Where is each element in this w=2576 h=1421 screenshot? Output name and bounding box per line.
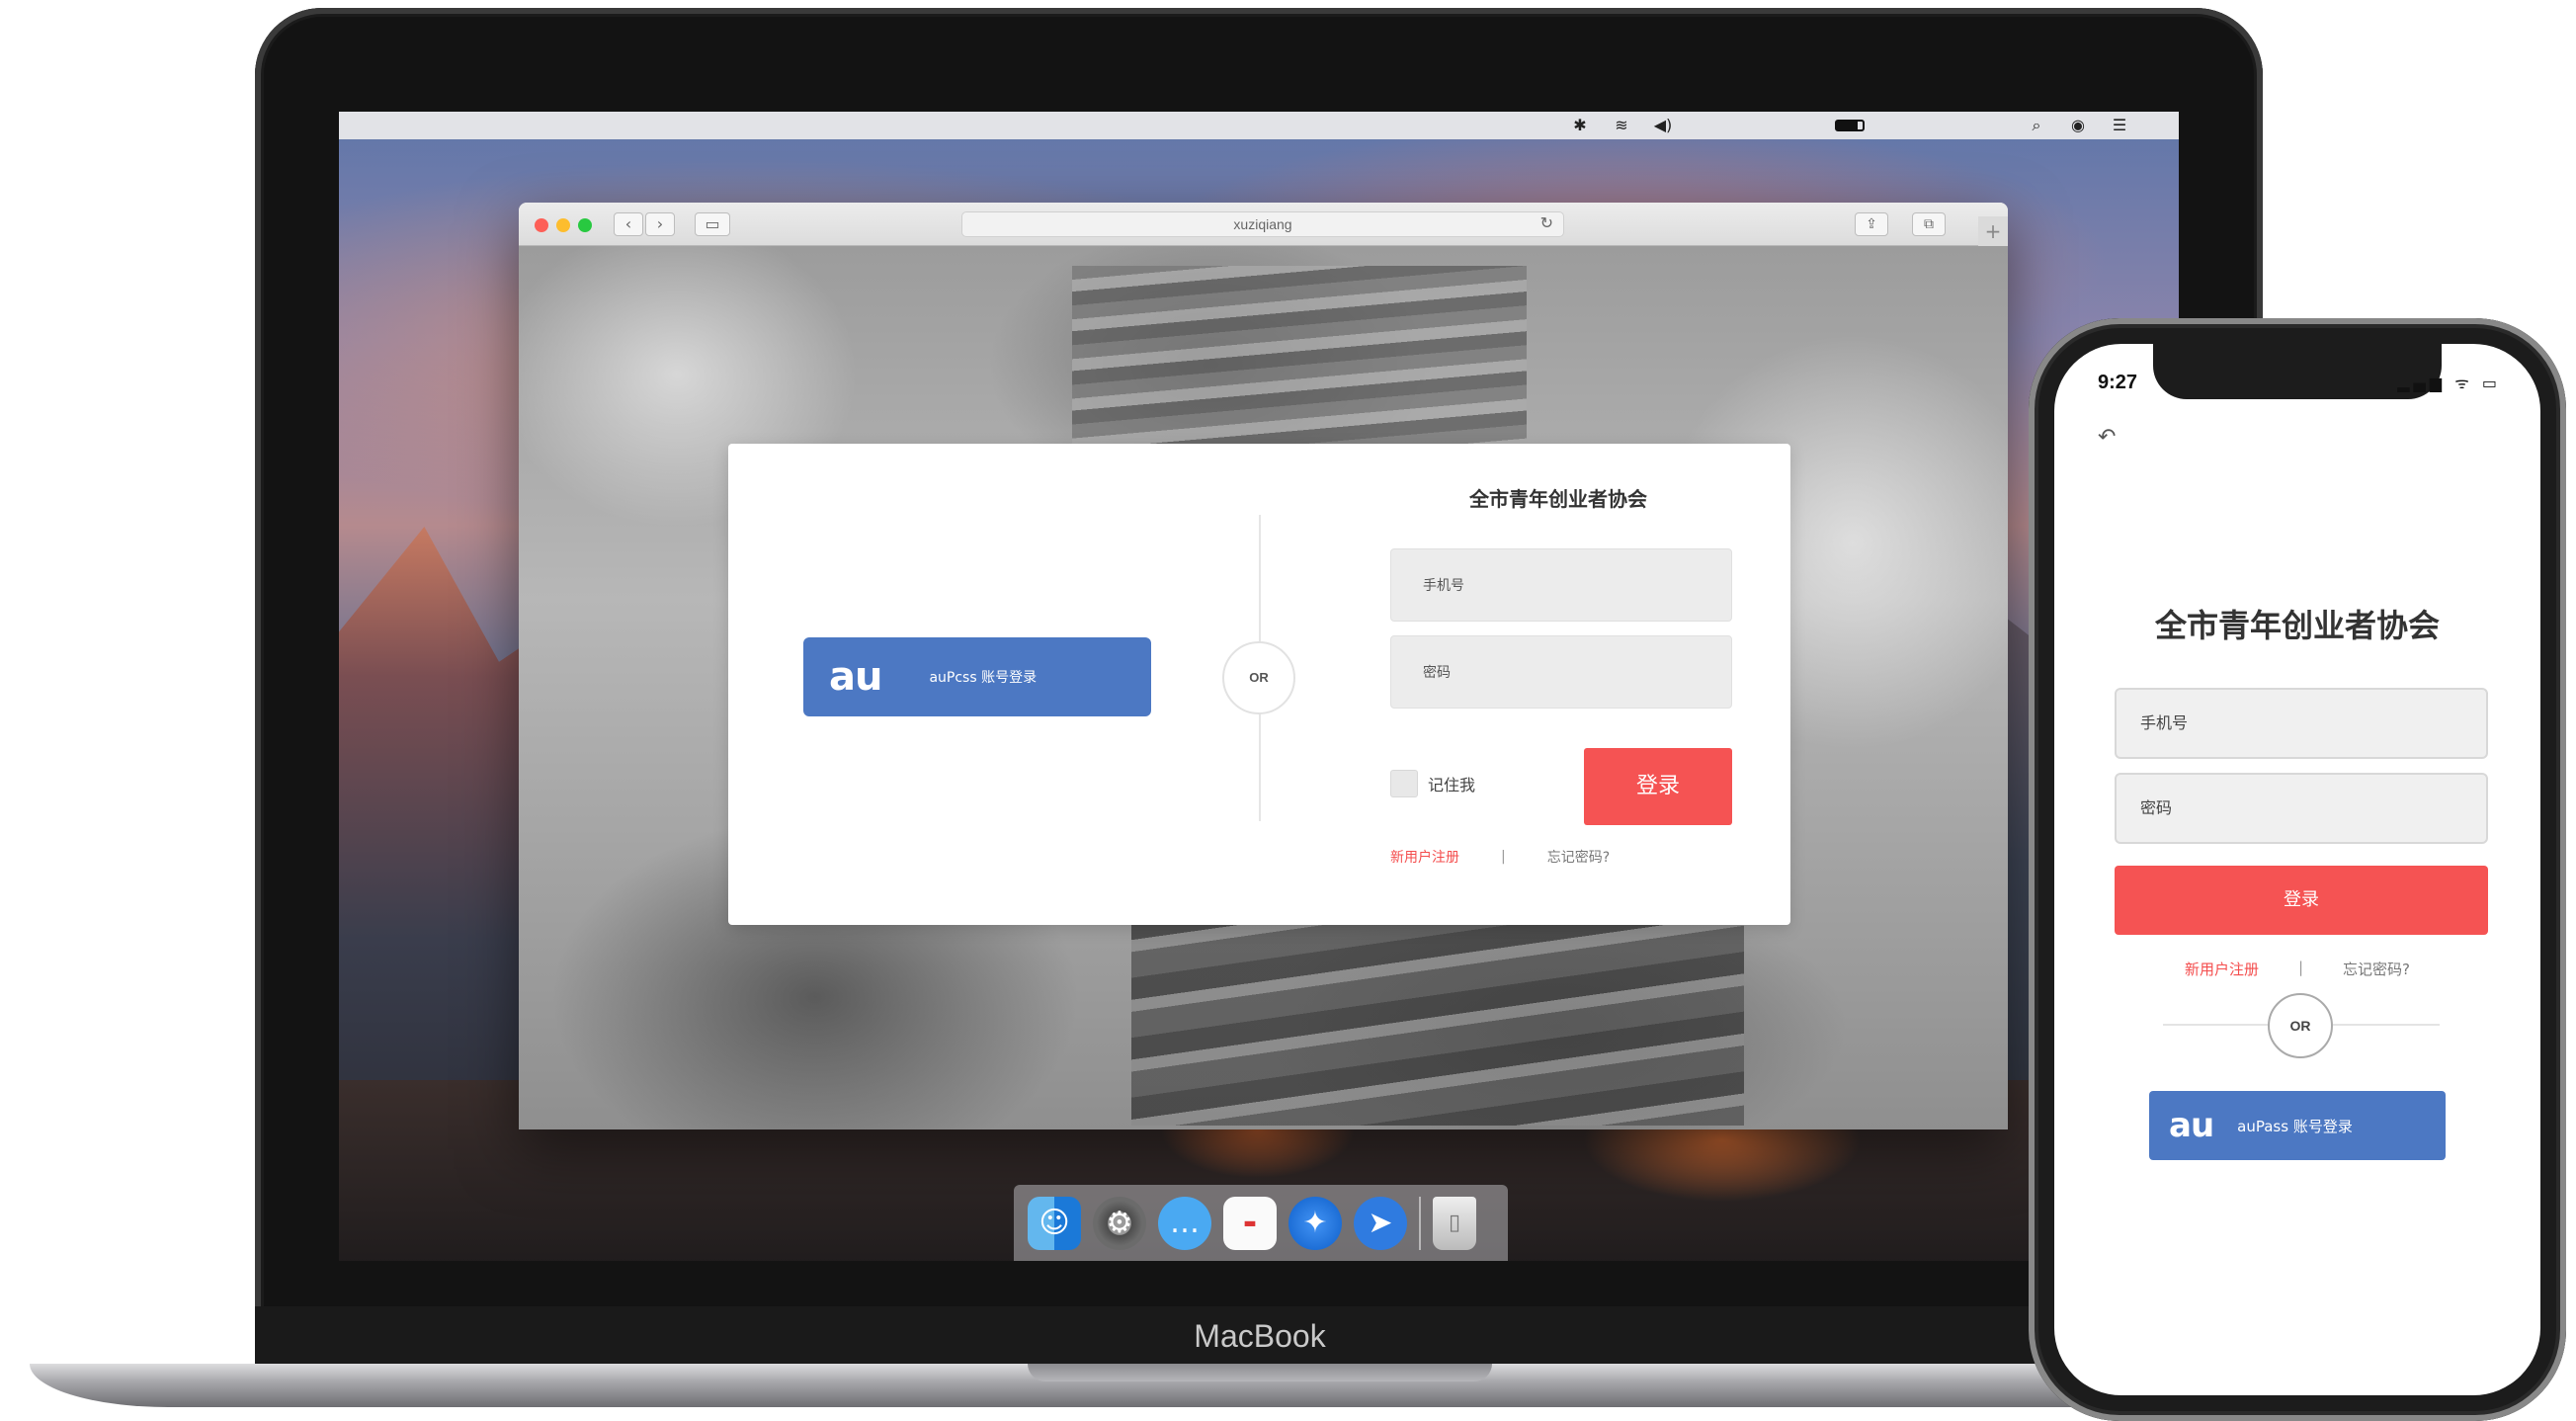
link-separator: |: [1501, 849, 1506, 865]
safari-window: ‹ › ▭ xuziqiang ↻ ⇪ ⧉ + au auPcss 账号登录 O…: [519, 203, 2008, 1129]
menu-bar: ✱ ≋ ◀) ⌕ ◉ ☰: [339, 112, 2179, 139]
address-text: xuziqiang: [1233, 216, 1292, 232]
bluetooth-icon[interactable]: ✱: [1570, 116, 1590, 135]
macbook-screen: ✱ ≋ ◀) ⌕ ◉ ☰ ‹ › ▭ xuziqiang ↻ ⇪ ⧉ + au …: [339, 112, 2179, 1261]
password-input[interactable]: 密码: [1390, 635, 1732, 709]
back-arrow-icon[interactable]: ↶: [2098, 425, 2116, 450]
login-title: 全市青年创业者协会: [2154, 607, 2440, 644]
trash-icon[interactable]: ▯: [1433, 1196, 1476, 1250]
safari-icon[interactable]: ✦: [1288, 1196, 1342, 1250]
dock: ☺ ⚙ … ▬ ✦ ➤ ▯: [1014, 1185, 1508, 1261]
remember-checkbox[interactable]: [1390, 770, 1418, 797]
password-input[interactable]: 密码: [2115, 773, 2488, 844]
macbook-hinge-notch: [1028, 1364, 1492, 1381]
web-page-background: au auPcss 账号登录 OR 全市青年创业者协会 手机号 密码 记住我 登…: [519, 246, 2008, 1129]
spotlight-icon[interactable]: ⌕: [2027, 116, 2046, 135]
system-preferences-icon[interactable]: ⚙: [1093, 1196, 1146, 1250]
phone-input[interactable]: 手机号: [1390, 548, 1732, 622]
calendar-icon[interactable]: ▬: [1223, 1196, 1277, 1250]
register-link[interactable]: 新用户注册: [2185, 959, 2259, 979]
iphone-frame: 9:27 ▂▄▆ ᯤ ▭ ↶ 全市青年创业者协会 手机号 密码 登录 新用户注册…: [2029, 318, 2566, 1421]
forgot-password-link[interactable]: 忘记密码?: [2343, 959, 2410, 979]
back-button[interactable]: ‹: [614, 212, 643, 236]
minimize-window-button[interactable]: [556, 218, 570, 232]
close-window-button[interactable]: [535, 218, 548, 232]
remember-label: 记住我: [1428, 776, 1476, 794]
menu-bar-status: ✱ ≋ ◀) ⌕ ◉ ☰: [1570, 116, 2159, 135]
status-time: 9:27: [2098, 372, 2138, 393]
tabs-overview-icon[interactable]: ⧉: [1912, 212, 1946, 236]
swift-icon[interactable]: ➤: [1354, 1196, 1407, 1250]
iphone-screen: 9:27 ▂▄▆ ᯤ ▭ ↶ 全市青年创业者协会 手机号 密码 登录 新用户注册…: [2054, 344, 2540, 1395]
reload-icon[interactable]: ↻: [1540, 212, 1553, 236]
share-icon[interactable]: ⇪: [1855, 212, 1888, 236]
zoom-window-button[interactable]: [578, 218, 592, 232]
forgot-password-link[interactable]: 忘记密码?: [1547, 847, 1610, 867]
forward-button[interactable]: ›: [645, 212, 675, 236]
au-logo: au: [2169, 1106, 2214, 1145]
address-bar[interactable]: xuziqiang ↻: [961, 211, 1564, 237]
aupass-login-label: auPcss 账号登录: [929, 670, 1038, 686]
or-badge: OR: [1222, 641, 1295, 714]
battery-icon[interactable]: [1835, 120, 1865, 131]
or-badge: OR: [2268, 993, 2333, 1058]
status-icons: ▂▄▆ ᯤ ▭: [2397, 374, 2501, 392]
safari-toolbar: ‹ › ▭ xuziqiang ↻ ⇪ ⧉ +: [519, 203, 2008, 246]
login-button[interactable]: 登录: [2115, 866, 2488, 935]
wifi-icon[interactable]: ≋: [1612, 116, 1631, 135]
macbook-label: MacBook: [1194, 1318, 1326, 1354]
register-link[interactable]: 新用户注册: [1390, 847, 1459, 867]
notification-list-icon[interactable]: ☰: [2110, 116, 2129, 135]
background-books-stack: [1131, 918, 1744, 1126]
background-books-shelf: [1072, 266, 1527, 444]
au-logo: au: [829, 654, 882, 700]
aupass-login-button[interactable]: au auPass 账号登录: [2149, 1091, 2446, 1160]
finder-icon[interactable]: ☺: [1028, 1196, 1081, 1250]
volume-icon[interactable]: ◀): [1653, 116, 1673, 135]
link-separator: |: [2297, 959, 2304, 976]
remember-me[interactable]: 记住我: [1390, 770, 1475, 797]
apple-menu-icon[interactable]: [359, 116, 376, 135]
aupass-login-label: auPass 账号登录: [2237, 1117, 2353, 1135]
siri-icon[interactable]: ◉: [2068, 116, 2088, 135]
messages-icon[interactable]: …: [1158, 1196, 1211, 1250]
sidebar-icon[interactable]: ▭: [695, 212, 730, 236]
login-links: 新用户注册 | 忘记密码?: [1390, 847, 1732, 867]
login-card: au auPcss 账号登录 OR 全市青年创业者协会 手机号 密码 记住我 登…: [728, 444, 1790, 925]
login-button[interactable]: 登录: [1584, 748, 1732, 825]
aupass-login-button[interactable]: au auPcss 账号登录: [803, 637, 1151, 716]
phone-input[interactable]: 手机号: [2115, 688, 2488, 759]
login-links: 新用户注册 | 忘记密码?: [2054, 959, 2540, 979]
new-tab-button[interactable]: +: [1978, 216, 2008, 246]
login-title: 全市青年创业者协会: [1469, 487, 1647, 511]
